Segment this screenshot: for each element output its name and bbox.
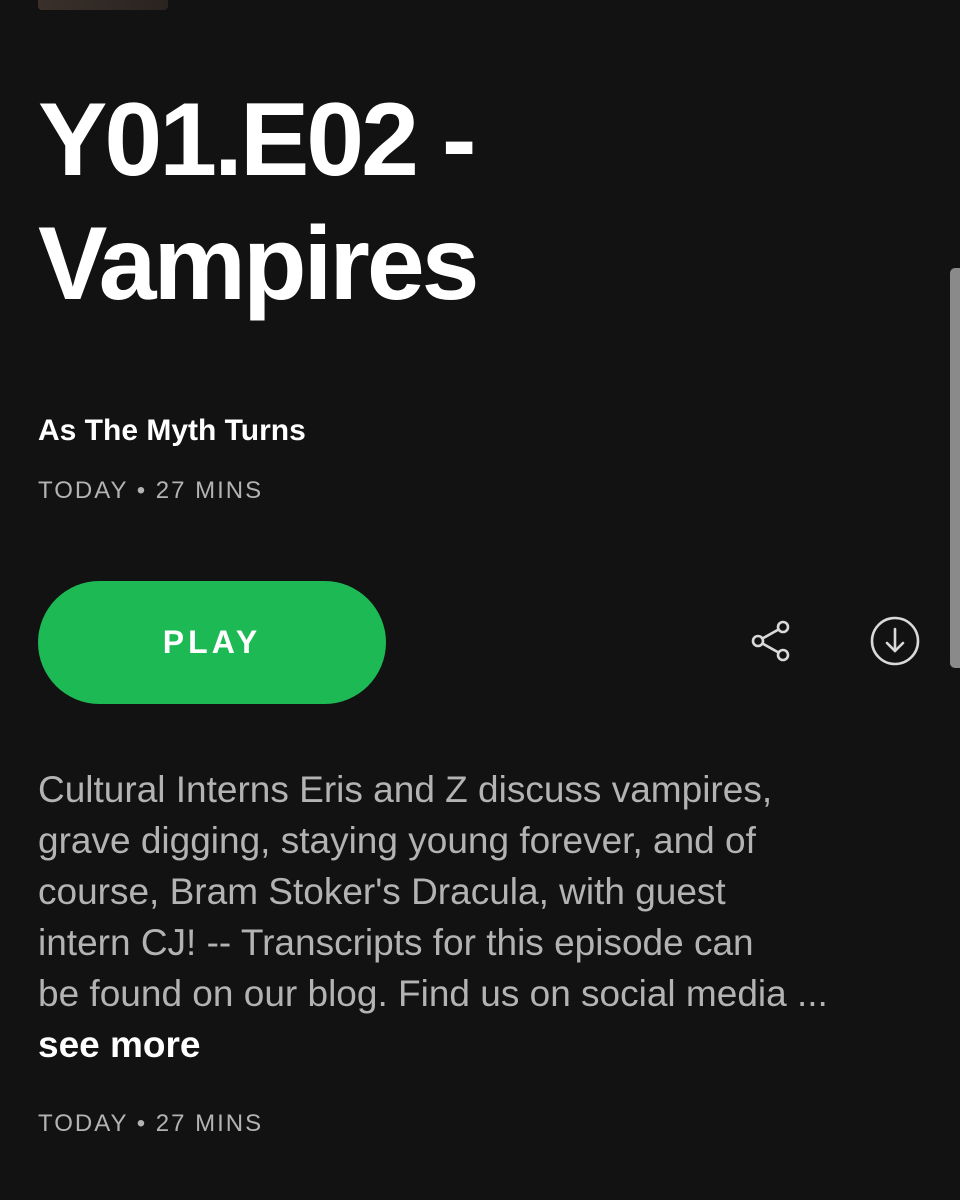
episode-title: Y01.E02 - Vampires (38, 78, 758, 326)
description-line: intern CJ! -- Transcripts for this episo… (38, 922, 754, 963)
share-button[interactable] (741, 611, 801, 671)
episode-description: Cultural Interns Eris and Z discuss vamp… (38, 764, 938, 1019)
episode-meta-footer: TODAY • 27 MINS (38, 1110, 264, 1137)
scrollbar[interactable] (950, 268, 960, 668)
description-line: be found on our blog. Find us on social … (38, 973, 828, 1014)
download-button[interactable] (865, 611, 925, 671)
description-line: grave digging, staying young forever, an… (38, 820, 756, 861)
description-line: course, Bram Stoker's Dracula, with gues… (38, 871, 726, 912)
episode-title-line-1: Y01.E02 - (38, 82, 477, 198)
cover-art-thumbnail (38, 0, 168, 10)
show-name-link[interactable]: As The Myth Turns (38, 414, 306, 448)
play-button[interactable]: PLAY (38, 581, 386, 704)
see-more-link[interactable]: see more (38, 1024, 201, 1066)
description-line: Cultural Interns Eris and Z discuss vamp… (38, 769, 773, 810)
download-circle-icon (870, 616, 920, 666)
episode-title-line-2: Vampires (38, 206, 480, 322)
episode-meta: TODAY • 27 MINS (38, 477, 264, 504)
share-icon (751, 620, 790, 662)
